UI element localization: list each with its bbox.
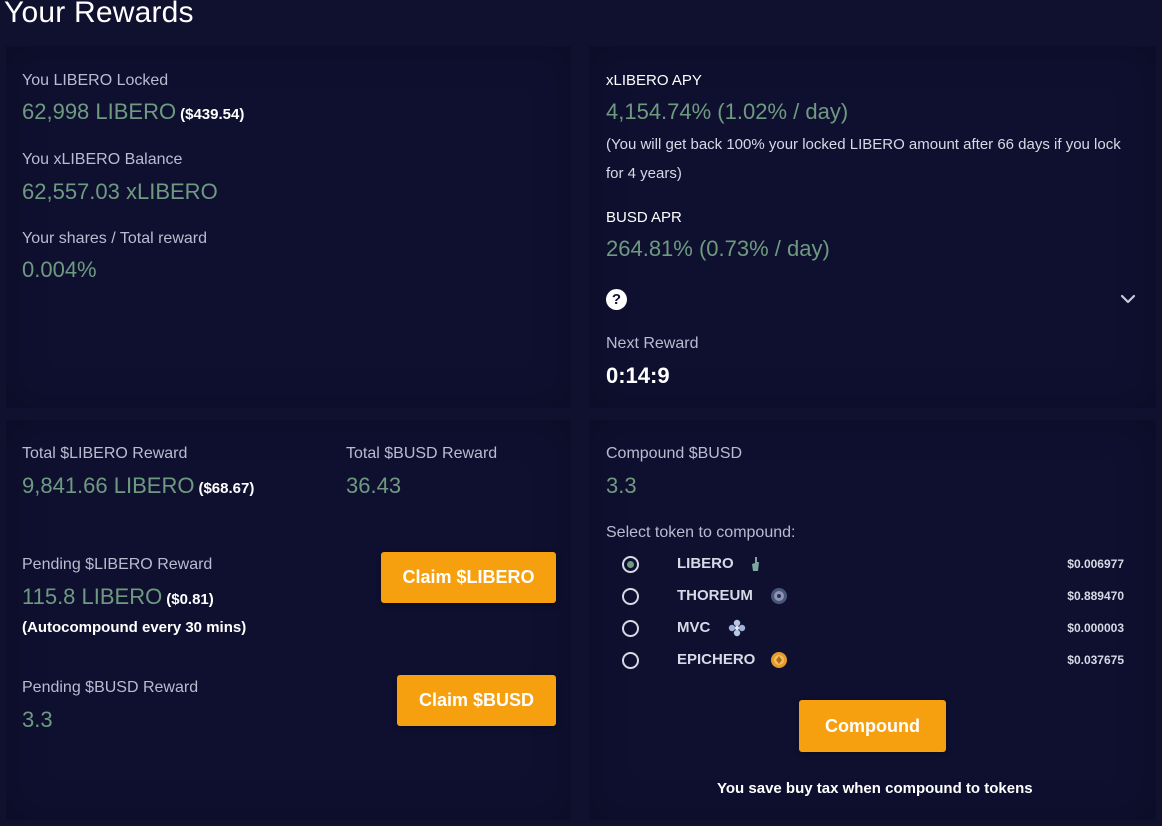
epichero-icon bbox=[771, 652, 787, 668]
shares-value: 0.004% bbox=[22, 257, 97, 282]
total-busd-label: Total $BUSD Reward bbox=[346, 445, 498, 462]
shares-label: Your shares / Total reward bbox=[22, 230, 207, 247]
radio-mvc[interactable] bbox=[622, 620, 639, 637]
token-price: $0.006977 bbox=[1067, 557, 1124, 571]
pending-libero-value: 115.8 LIBERO ($0.81) bbox=[22, 584, 214, 609]
xbalance-value: 62,557.03 xLIBERO bbox=[22, 179, 218, 204]
apr-label: BUSD APR bbox=[606, 209, 682, 226]
page-title: Your Rewards bbox=[4, 0, 194, 29]
apy-label: xLIBERO APY bbox=[606, 72, 702, 89]
apy-value: 4,154.74% (1.02% / day) bbox=[606, 99, 849, 124]
next-reward-timer: 0:14:9 bbox=[606, 363, 670, 388]
token-option-epichero[interactable]: EPICHERO $0.037675 bbox=[620, 649, 1130, 675]
token-name: LIBERO bbox=[677, 555, 734, 572]
compound-button[interactable]: Compound bbox=[799, 700, 946, 752]
xbalance-label: You xLIBERO Balance bbox=[22, 151, 183, 168]
apy-note: (You will get back 100% your locked LIBE… bbox=[606, 136, 1121, 182]
pending-busd-label: Pending $BUSD Reward bbox=[22, 679, 199, 696]
pending-libero-label: Pending $LIBERO Reward bbox=[22, 556, 213, 573]
radio-libero[interactable] bbox=[622, 556, 639, 573]
locked-value: 62,998 LIBERO ($439.54) bbox=[22, 99, 245, 124]
token-option-mvc[interactable]: MVC $0.000003 bbox=[620, 617, 1130, 643]
thoreum-icon bbox=[771, 588, 787, 604]
compound-footer: You save buy tax when compound to tokens bbox=[717, 780, 1033, 797]
compound-value: 3.3 bbox=[606, 473, 637, 498]
locked-usd: ($439.54) bbox=[180, 106, 245, 123]
locked-label: You LIBERO Locked bbox=[22, 72, 169, 89]
pending-busd-value: 3.3 bbox=[22, 707, 53, 732]
pending-libero-usd: ($0.81) bbox=[166, 591, 214, 608]
token-name: EPICHERO bbox=[677, 651, 756, 668]
claim-busd-button[interactable]: Claim $BUSD bbox=[397, 675, 556, 726]
token-name: THOREUM bbox=[677, 587, 753, 604]
token-option-thoreum[interactable]: THOREUM $0.889470 bbox=[620, 585, 1130, 611]
next-reward-label: Next Reward bbox=[606, 335, 699, 352]
radio-epichero[interactable] bbox=[622, 652, 639, 669]
mvc-icon bbox=[728, 619, 746, 637]
statue-icon bbox=[752, 557, 759, 571]
total-busd-value: 36.43 bbox=[346, 473, 402, 498]
total-libero-value: 9,841.66 LIBERO ($68.67) bbox=[22, 473, 255, 498]
chevron-down-icon[interactable] bbox=[1118, 289, 1138, 309]
compound-label: Compound $BUSD bbox=[606, 445, 743, 462]
total-libero-label: Total $LIBERO Reward bbox=[22, 445, 188, 462]
total-libero-usd: ($68.67) bbox=[198, 480, 255, 497]
token-price: $0.000003 bbox=[1067, 621, 1124, 635]
token-option-libero[interactable]: LIBERO $0.006977 bbox=[620, 553, 1130, 579]
claim-libero-button[interactable]: Claim $LIBERO bbox=[381, 552, 556, 603]
token-price: $0.889470 bbox=[1067, 589, 1124, 603]
apr-value: 264.81% (0.73% / day) bbox=[606, 236, 830, 261]
help-icon[interactable]: ? bbox=[606, 289, 627, 310]
autocompound-note: (Autocompound every 30 mins) bbox=[22, 619, 247, 636]
radio-thoreum[interactable] bbox=[622, 588, 639, 605]
select-token-label: Select token to compound: bbox=[606, 524, 796, 541]
token-name: MVC bbox=[677, 619, 711, 636]
token-price: $0.037675 bbox=[1067, 653, 1124, 667]
